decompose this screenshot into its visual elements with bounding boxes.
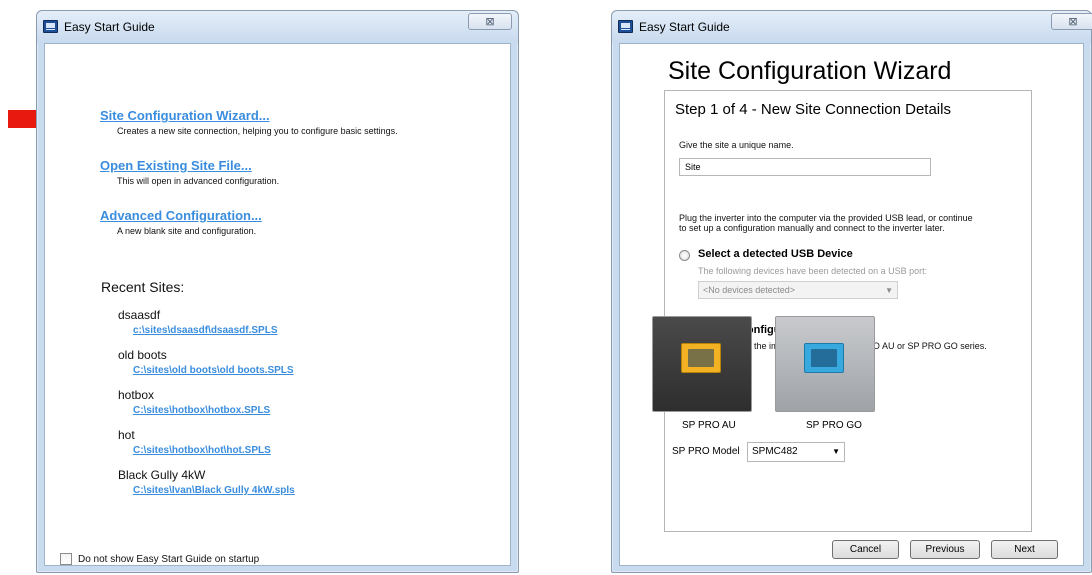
- recent-site-name: hotbox: [118, 388, 155, 402]
- close-button[interactable]: ⊠: [468, 13, 512, 30]
- previous-button[interactable]: Previous: [910, 540, 980, 559]
- wizard-window: Easy Start Guide ⊠ Site Configuration Wi…: [611, 10, 1092, 573]
- recent-site-path-link[interactable]: C:\sites\hotbox\hotbox.SPLS: [133, 405, 295, 416]
- sp-pro-model-label: SP PRO Model: [672, 446, 740, 457]
- step-panel: Step 1 of 4 - New Site Connection Detail…: [664, 90, 1032, 532]
- title-bar: Easy Start Guide ⊠: [37, 11, 518, 43]
- step-title: Step 1 of 4 - New Site Connection Detail…: [675, 101, 951, 118]
- chevron-down-icon: ▼: [832, 447, 840, 456]
- usb-device-dropdown-value: <No devices detected>: [703, 285, 796, 295]
- usb-device-radio[interactable]: [679, 250, 690, 261]
- site-name-prompt: Give the site a unique name.: [679, 140, 794, 150]
- sp-pro-au-image[interactable]: [652, 316, 752, 412]
- recent-site-name: dsaasdf: [118, 308, 161, 322]
- recent-site-item: old boots C:\sites\old boots\old boots.S…: [118, 348, 295, 388]
- sp-pro-model-dropdown[interactable]: SPMC482 ▼: [747, 442, 845, 462]
- window-title: Easy Start Guide: [639, 20, 730, 34]
- site-configuration-wizard-link[interactable]: Site Configuration Wizard...: [100, 108, 398, 123]
- menu-item-description: A new blank site and configuration.: [117, 226, 257, 236]
- window-content: Site Configuration Wizard Step 1 of 4 - …: [619, 43, 1084, 566]
- recent-sites-heading: Recent Sites:: [101, 279, 185, 295]
- window-title: Easy Start Guide: [64, 20, 155, 34]
- sp-pro-go-caption: SP PRO GO: [806, 420, 862, 431]
- usb-device-hint: The following devices have been detected…: [698, 266, 928, 276]
- window-content: Site Configuration Wizard... Creates a n…: [44, 43, 511, 566]
- site-name-input[interactable]: [679, 158, 931, 176]
- chevron-down-icon: ▼: [885, 286, 893, 295]
- recent-site-item: hot C:\sites\hotbox\hot\hot.SPLS: [118, 428, 295, 468]
- sp-pro-go-image[interactable]: [775, 316, 875, 412]
- plug-instructions-line2: to set up a configuration manually and c…: [679, 223, 945, 233]
- open-existing-site-file-link[interactable]: Open Existing Site File...: [100, 158, 279, 173]
- easy-start-guide-window: Easy Start Guide ⊠ Site Configuration Wi…: [36, 10, 519, 573]
- app-icon: [618, 20, 633, 33]
- menu-item-open-existing-site-file: Open Existing Site File... This will ope…: [100, 158, 279, 186]
- sp-pro-model-value: SPMC482: [752, 446, 798, 457]
- wizard-title: Site Configuration Wizard: [668, 57, 952, 85]
- inverter-panel-icon: [804, 343, 844, 373]
- usb-device-dropdown[interactable]: <No devices detected> ▼: [698, 281, 898, 299]
- recent-site-name: Black Gully 4kW: [118, 468, 206, 482]
- recent-site-item: dsaasdf c:\sites\dsaasdf\dsaasdf.SPLS: [118, 308, 295, 348]
- do-not-show-on-startup-label[interactable]: Do not show Easy Start Guide on startup: [78, 554, 259, 565]
- menu-item-site-configuration-wizard: Site Configuration Wizard... Creates a n…: [100, 108, 398, 136]
- recent-site-path-link[interactable]: C:\sites\Ivan\Black Gully 4kW.spls: [133, 485, 295, 496]
- recent-site-item: Black Gully 4kW C:\sites\Ivan\Black Gull…: [118, 468, 295, 508]
- menu-item-advanced-configuration: Advanced Configuration... A new blank si…: [100, 208, 262, 236]
- recent-site-path-link[interactable]: C:\sites\old boots\old boots.SPLS: [133, 365, 295, 376]
- app-icon: [43, 20, 58, 33]
- cancel-button[interactable]: Cancel: [832, 540, 899, 559]
- menu-item-description: This will open in advanced configuration…: [117, 176, 280, 186]
- recent-site-path-link[interactable]: c:\sites\dsaasdf\dsaasdf.SPLS: [133, 325, 295, 336]
- menu-item-description: Creates a new site connection, helping y…: [117, 126, 398, 136]
- recent-sites-list: dsaasdf c:\sites\dsaasdf\dsaasdf.SPLS ol…: [118, 308, 295, 508]
- plug-instructions-line1: Plug the inverter into the computer via …: [679, 213, 973, 223]
- recent-site-name: hot: [118, 428, 135, 442]
- next-button[interactable]: Next: [991, 540, 1058, 559]
- title-bar: Easy Start Guide ⊠: [612, 11, 1092, 43]
- do-not-show-on-startup-checkbox[interactable]: [60, 553, 72, 565]
- recent-site-name: old boots: [118, 348, 167, 362]
- close-button[interactable]: ⊠: [1051, 13, 1092, 30]
- recent-site-item: hotbox C:\sites\hotbox\hotbox.SPLS: [118, 388, 295, 428]
- sp-pro-au-caption: SP PRO AU: [682, 420, 736, 431]
- usb-device-radio-label[interactable]: Select a detected USB Device: [698, 248, 853, 260]
- inverter-panel-icon: [681, 343, 721, 373]
- advanced-configuration-link[interactable]: Advanced Configuration...: [100, 208, 262, 223]
- recent-site-path-link[interactable]: C:\sites\hotbox\hot\hot.SPLS: [133, 445, 295, 456]
- startup-option-row: Do not show Easy Start Guide on startup: [60, 553, 259, 565]
